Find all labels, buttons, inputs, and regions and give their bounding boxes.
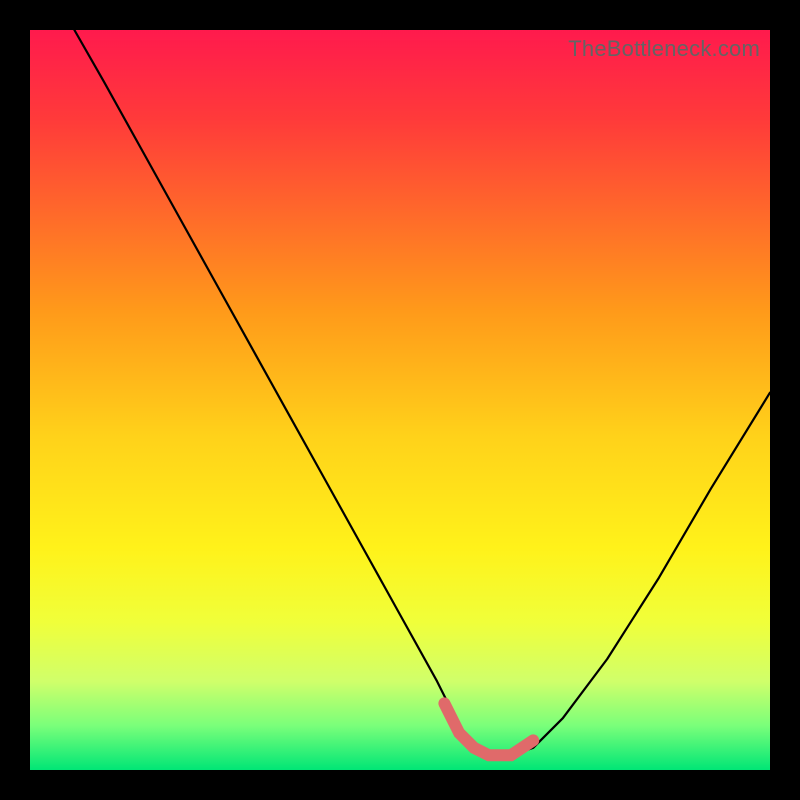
trough-emphasis	[444, 703, 533, 755]
plot-area: TheBottleneck.com	[30, 30, 770, 770]
curve-svg	[30, 30, 770, 770]
chart-frame: TheBottleneck.com	[0, 0, 800, 800]
bottleneck-curve	[74, 30, 770, 755]
